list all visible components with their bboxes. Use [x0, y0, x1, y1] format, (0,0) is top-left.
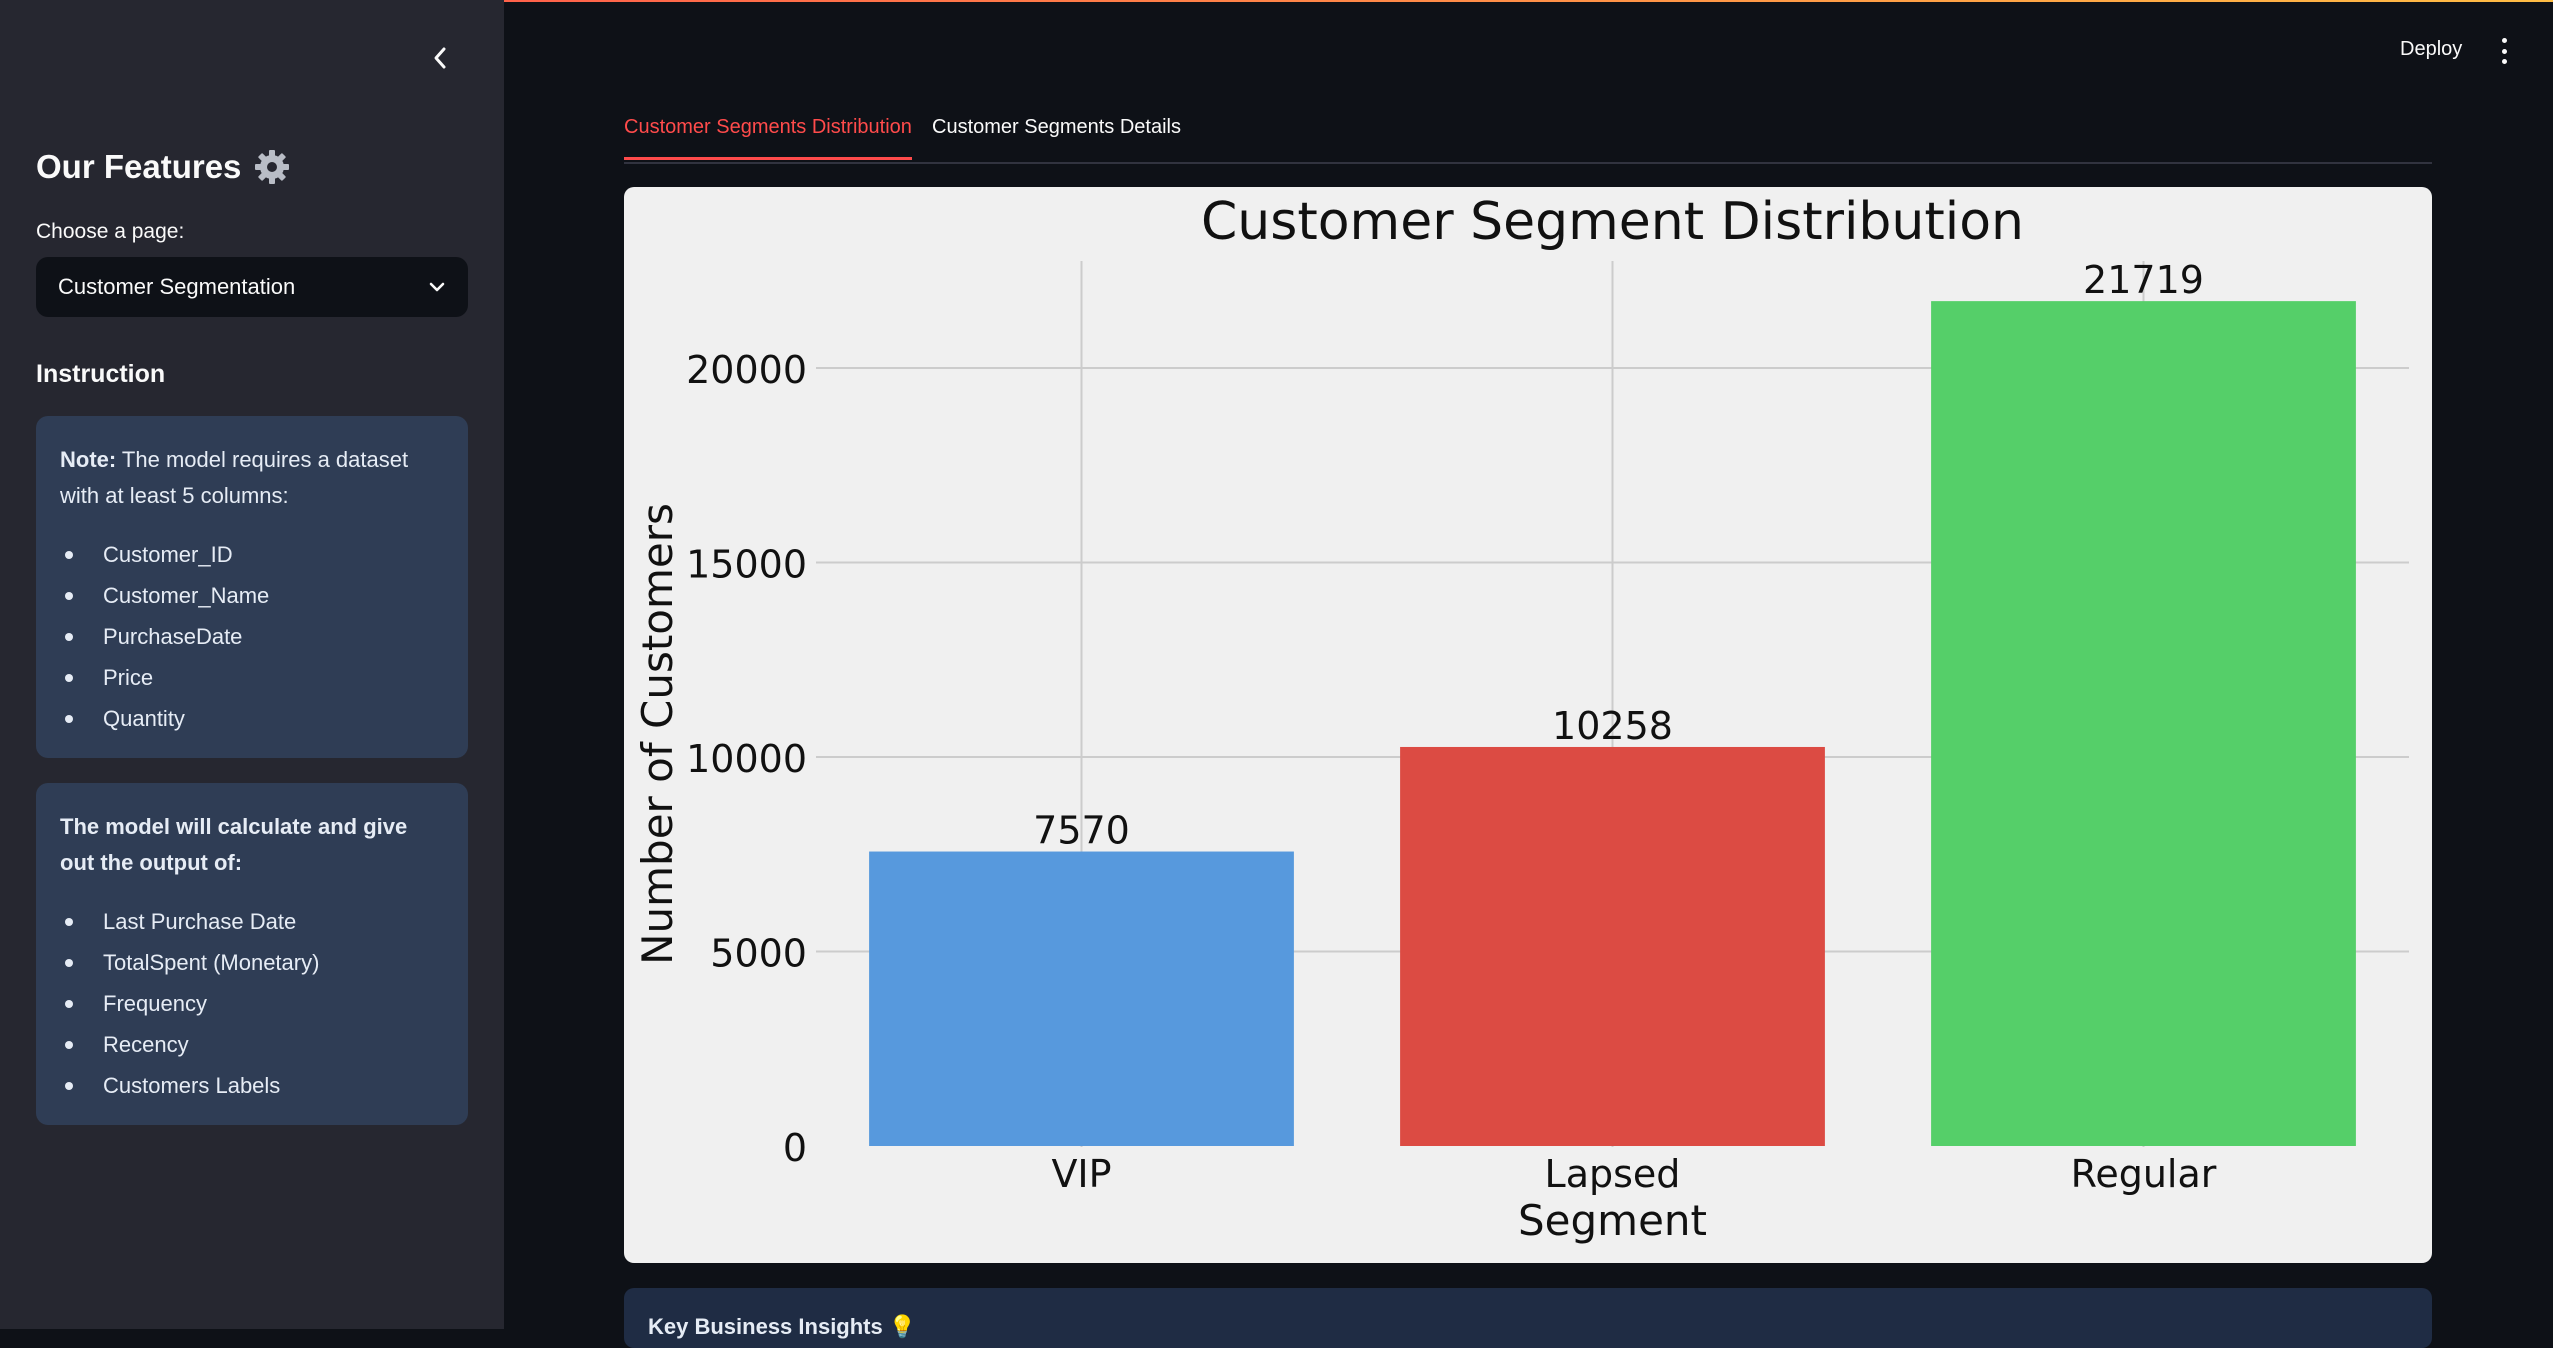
list-item: Recency: [60, 1024, 444, 1065]
y-tick-label: 20000: [686, 348, 807, 392]
sidebar-title-text: Our Features: [36, 148, 242, 185]
required-columns-list: Customer_ID Customer_Name PurchaseDate P…: [60, 534, 444, 739]
bar-value-label: 10258: [1552, 704, 1673, 748]
tab-segments-distribution[interactable]: Customer Segments Distribution: [624, 116, 912, 160]
list-item: Quantity: [60, 698, 444, 739]
y-axis-label: Number of Customers: [633, 503, 682, 965]
y-tick-label: 0: [783, 1126, 807, 1170]
segment-chart: Customer Segment Distribution 0 5000 10000 1…: [624, 187, 2432, 1263]
chevron-left-icon: [434, 47, 446, 69]
page-select[interactable]: Customer Segmentation: [36, 257, 468, 317]
list-item: Price: [60, 657, 444, 698]
menu-dot: [2501, 59, 2507, 64]
list-item: Customers Labels: [60, 1065, 444, 1106]
outputs-list: Last Purchase Date TotalSpent (Monetary)…: [60, 901, 444, 1106]
bar-lapsed: [1400, 746, 1825, 1146]
list-item: Customer_ID: [60, 534, 444, 575]
menu-dot: [2501, 38, 2507, 43]
bar-vip: [869, 851, 1294, 1146]
bar-regular: [1931, 301, 2356, 1147]
instruction-heading: Instruction: [36, 360, 166, 388]
tab-segments-details[interactable]: Customer Segments Details: [932, 116, 1181, 157]
bar-chart-svg: Customer Segment Distribution 0 5000 10000 1…: [633, 192, 2409, 1245]
list-item: PurchaseDate: [60, 616, 444, 657]
requirements-card: Note: The model requires a dataset with …: [36, 416, 468, 758]
chevron-down-icon: [429, 282, 445, 292]
list-item: Last Purchase Date: [60, 901, 444, 942]
choose-page-label: Choose a page:: [36, 220, 185, 243]
deploy-button[interactable]: Deploy: [2400, 38, 2462, 61]
requirements-note: Note: The model requires a dataset with …: [60, 442, 444, 514]
menu-dot: [2501, 48, 2507, 54]
y-tick-label: 10000: [686, 737, 807, 781]
insights-title: Key Business Insights 💡: [648, 1314, 917, 1339]
bar-value-label: 21719: [2083, 258, 2204, 302]
collapse-sidebar-button[interactable]: [425, 40, 455, 76]
list-item: TotalSpent (Monetary): [60, 942, 444, 983]
insights-panel: Key Business Insights 💡: [624, 1288, 2432, 1348]
x-tick-label: Regular: [2071, 1152, 2217, 1196]
list-item: Customer_Name: [60, 575, 444, 616]
page-select-value: Customer Segmentation: [58, 274, 296, 299]
main-menu-button[interactable]: [2494, 38, 2514, 64]
y-tick-label: 5000: [710, 932, 807, 976]
chart-title: Customer Segment Distribution: [1201, 192, 2024, 252]
note-prefix: Note:: [60, 447, 117, 472]
x-tick-label: VIP: [1051, 1152, 1111, 1196]
sidebar-title: Our Features: [36, 148, 291, 186]
list-item: Frequency: [60, 983, 444, 1024]
tab-bar: Customer Segments Distribution Customer …: [624, 110, 2432, 164]
y-tick-label: 15000: [686, 543, 807, 587]
bar-value-label: 7570: [1033, 809, 1130, 853]
sidebar: Our Features Choose a page: Customer Seg…: [0, 0, 504, 1329]
x-axis-label: Segment: [1518, 1196, 1707, 1245]
gear-icon: [253, 148, 291, 186]
x-tick-label: Lapsed: [1545, 1152, 1681, 1196]
outputs-description: The model will calculate and give out th…: [60, 814, 408, 875]
outputs-card: The model will calculate and give out th…: [36, 783, 468, 1125]
